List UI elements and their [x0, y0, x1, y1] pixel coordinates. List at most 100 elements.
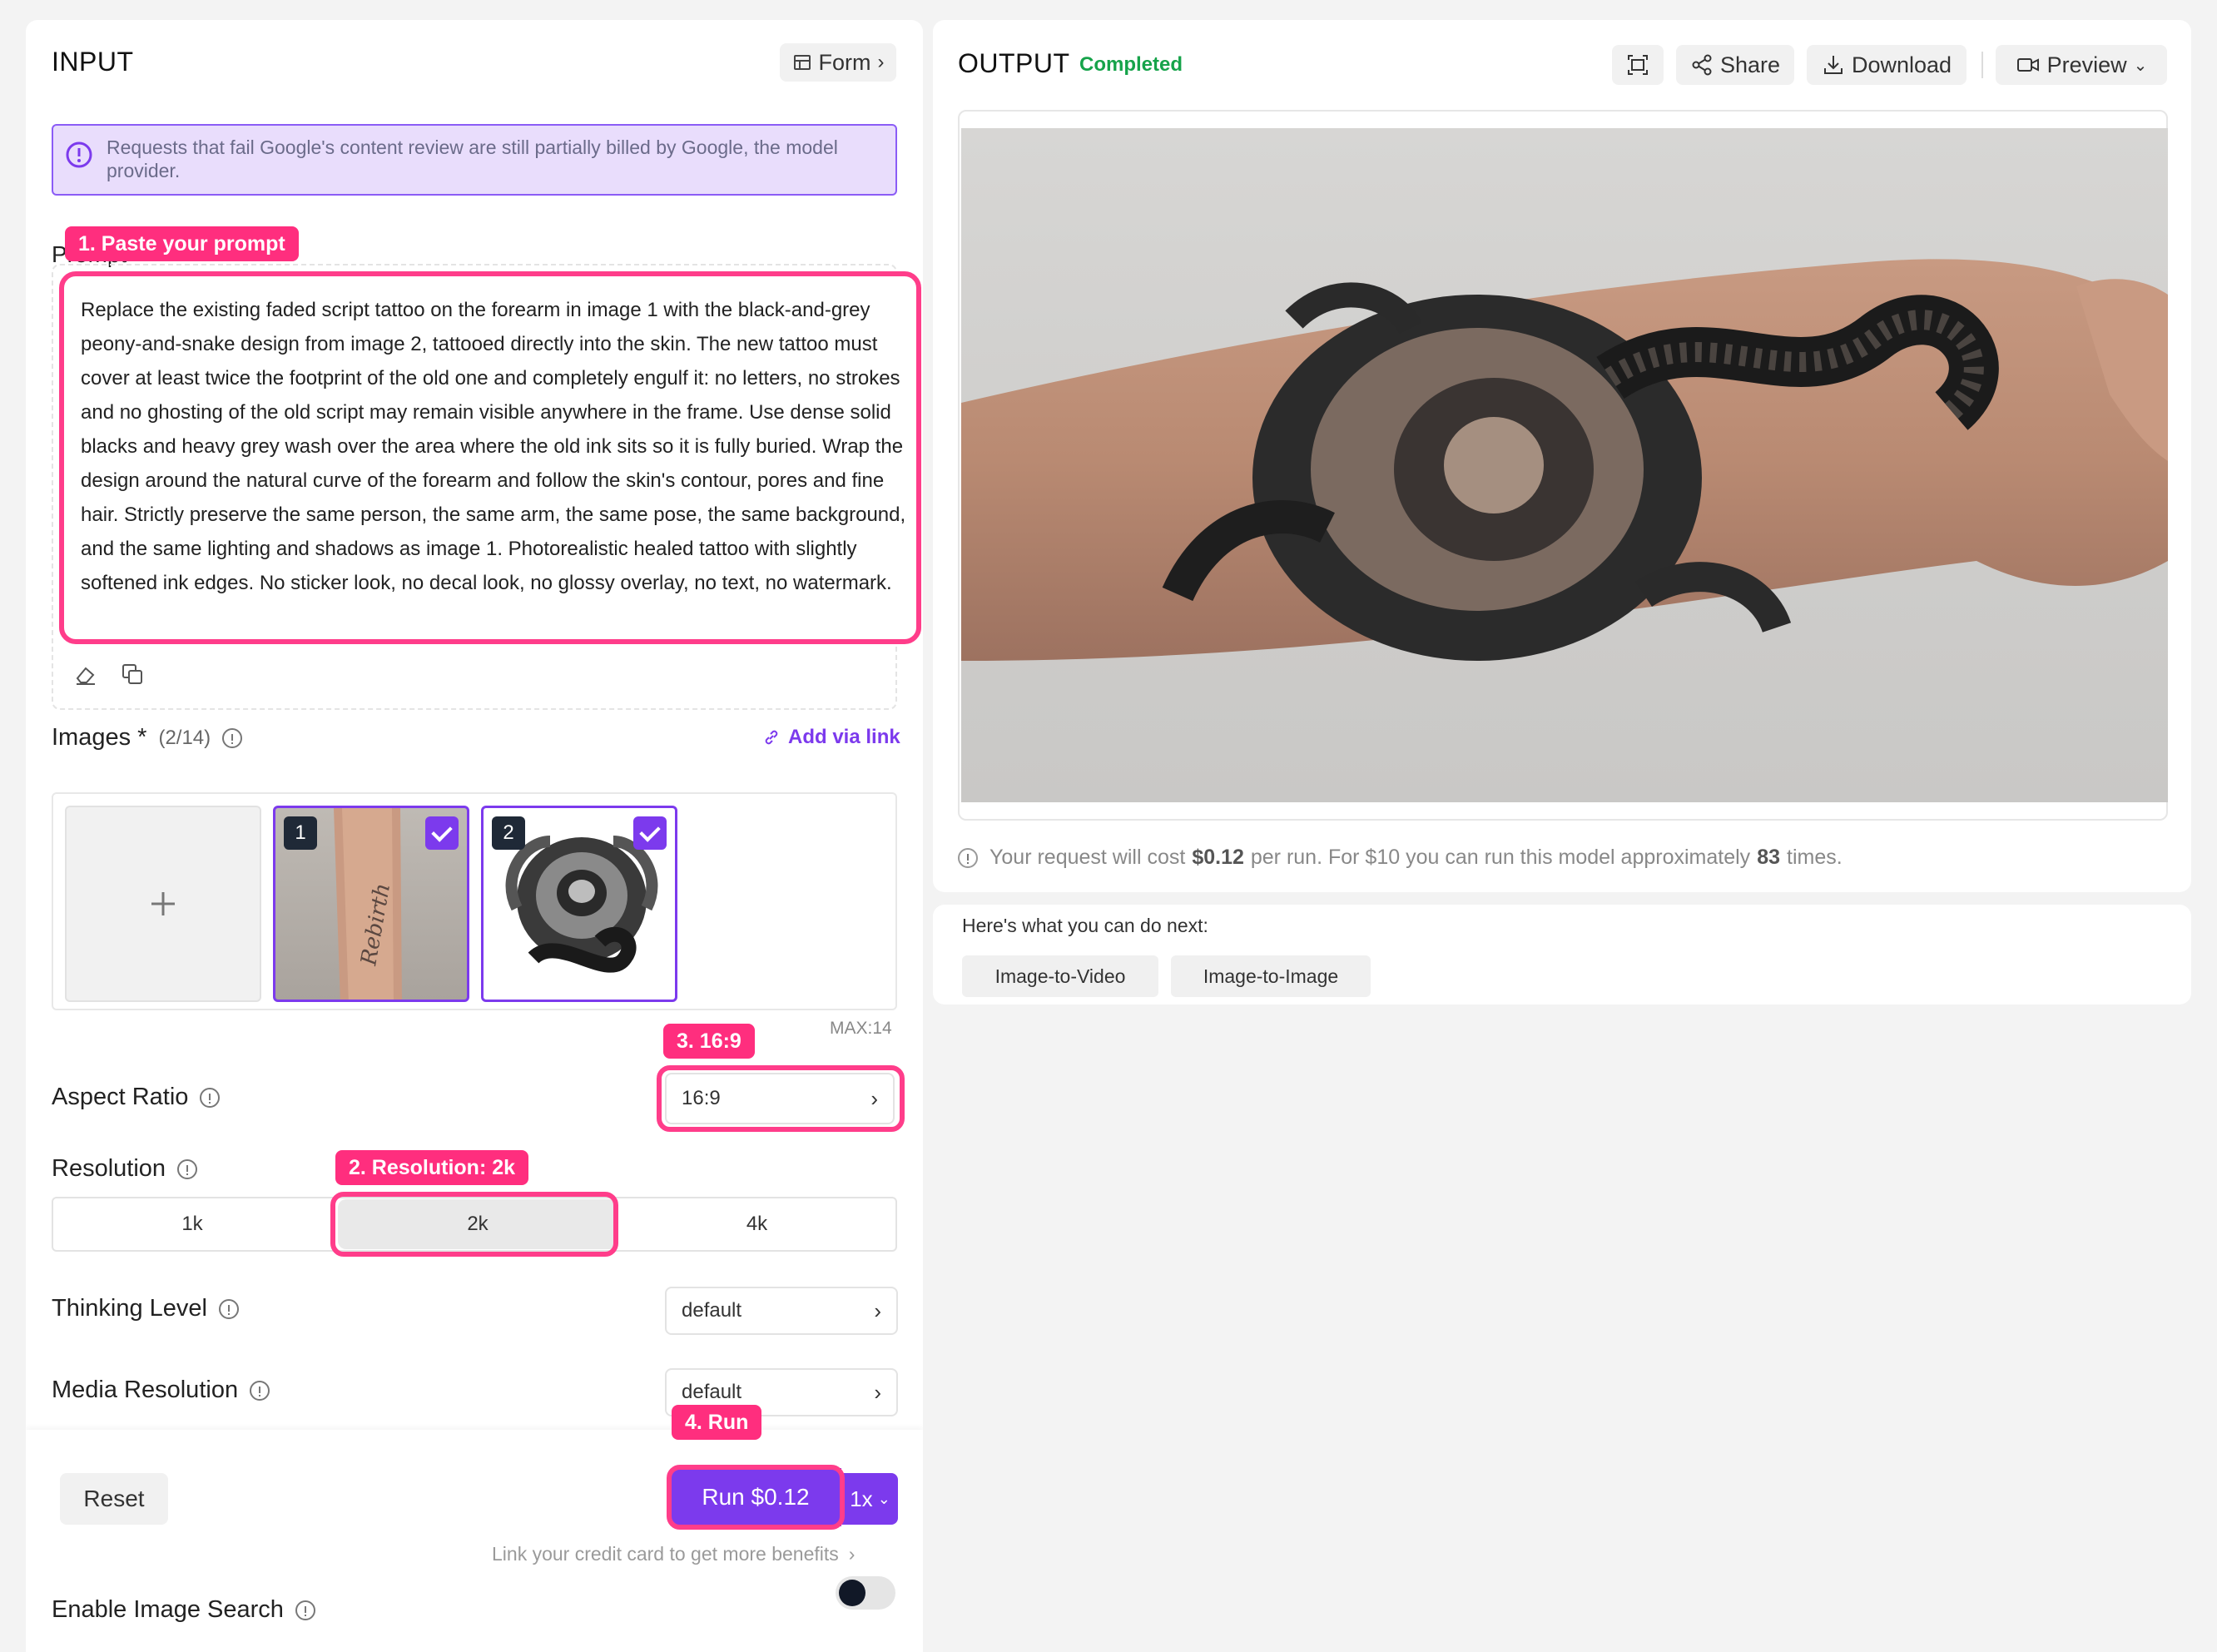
eraser-icon — [76, 667, 95, 685]
chevron-right-icon: › — [848, 1543, 856, 1565]
images-label-row: Images * (2/14) — [52, 724, 243, 752]
download-button[interactable]: Download — [1807, 45, 1967, 85]
plus-icon — [151, 892, 175, 915]
resolution-highlight — [330, 1192, 618, 1257]
input-title: INPUT — [52, 47, 134, 77]
run-highlight — [667, 1465, 845, 1530]
aspect-ratio-highlight — [657, 1065, 905, 1132]
reset-label: Reset — [83, 1486, 145, 1511]
info-icon — [177, 1158, 198, 1179]
download-label: Download — [1851, 52, 1952, 77]
resolution-label: Resolution — [52, 1155, 166, 1182]
form-label: Form — [818, 49, 871, 75]
image-thumbnail-2[interactable]: 2 — [481, 806, 677, 1002]
prompt-text: Replace the existing faded script tattoo… — [81, 299, 906, 594]
image-number-1: 1 — [284, 816, 317, 850]
annotation-step1: 1. Paste your prompt — [65, 226, 299, 261]
link-icon — [765, 730, 778, 745]
multiplier-value: 1x — [850, 1486, 873, 1511]
cost-info: Your request will cost $0.12 per run. Fo… — [958, 846, 1843, 870]
max-images-label: MAX:14 — [830, 1019, 892, 1038]
image-to-image-button[interactable]: Image-to-Image — [1171, 955, 1371, 997]
aspect-ratio-label: Aspect Ratio — [52, 1084, 189, 1110]
chevron-right-icon: › — [874, 1297, 881, 1323]
images-count: (2/14) — [158, 726, 211, 749]
output-image-frame — [958, 110, 2168, 821]
info-icon — [958, 847, 978, 868]
billing-notice: Requests that fail Google's content revi… — [52, 124, 897, 196]
info-icon — [200, 1087, 221, 1108]
resolution-label-row: Resolution — [52, 1155, 198, 1183]
image-search-toggle[interactable] — [836, 1576, 895, 1610]
cost-prefix: Your request will cost — [989, 846, 1186, 869]
add-via-link-label: Add via link — [788, 726, 900, 748]
next-steps-title: Here's what you can do next: — [962, 915, 1208, 936]
image-thumbnail-1[interactable]: Rebirth 1 — [273, 806, 469, 1002]
tattooed-forearm-image — [961, 259, 2168, 661]
chevron-right-icon: › — [874, 1379, 881, 1405]
output-title: OUTPUT — [958, 48, 1070, 78]
images-dropzone: Rebirth 1 2 — [52, 792, 897, 1010]
media-resolution-label-row: Media Resolution — [52, 1377, 270, 1404]
annotation-step2: 2. Resolution: 2k — [335, 1150, 529, 1185]
chevron-right-icon: › — [877, 51, 885, 73]
info-icon — [295, 1600, 315, 1620]
image-to-video-button[interactable]: Image-to-Video — [962, 955, 1158, 997]
input-panel: INPUT Form › Requests that fail Google's… — [26, 20, 923, 1652]
annotation-step3: 3. 16:9 — [663, 1024, 755, 1059]
image-search-label: Enable Image Search — [52, 1596, 284, 1623]
preview-dropdown[interactable]: Preview ⌄ — [1996, 45, 2167, 85]
resolution-option-4k[interactable]: 4k — [617, 1197, 897, 1252]
thinking-level-label: Thinking Level — [52, 1295, 207, 1322]
action-footer: Reset Run $0.12 1x ⌄ Link your credit ca… — [26, 1430, 923, 1652]
download-icon — [1823, 56, 1843, 74]
fullscreen-button[interactable] — [1612, 45, 1664, 85]
info-icon — [250, 1380, 270, 1401]
info-icon — [66, 141, 92, 168]
preview-label: Preview — [2046, 52, 2127, 77]
image-search-label-row: Enable Image Search — [52, 1596, 315, 1624]
share-button[interactable]: Share — [1676, 45, 1794, 85]
thinking-level-label-row: Thinking Level — [52, 1295, 239, 1322]
copy-prompt-button[interactable] — [114, 656, 151, 692]
images-label: Images * — [52, 724, 147, 751]
cost-times: 83 — [1757, 846, 1780, 869]
share-icon — [1692, 54, 1712, 76]
form-icon — [793, 55, 811, 70]
toolbar-divider — [1981, 52, 1983, 78]
chevron-down-icon: ⌄ — [2133, 56, 2148, 75]
output-image[interactable] — [961, 128, 2168, 802]
add-image-button[interactable] — [65, 806, 261, 1002]
cost-mid: per run. For $10 you can run this model … — [1250, 846, 1751, 869]
annotation-step4: 4. Run — [672, 1405, 762, 1440]
next-steps-panel: Here's what you can do next: Image-to-Vi… — [933, 905, 2191, 1005]
run-multiplier-dropdown[interactable]: 1x ⌄ — [841, 1473, 898, 1525]
aspect-ratio-label-row: Aspect Ratio — [52, 1084, 221, 1111]
info-icon — [219, 1298, 239, 1319]
chevron-down-icon: ⌄ — [877, 1490, 890, 1507]
cost-suffix: times. — [1787, 846, 1843, 869]
media-resolution-label: Media Resolution — [52, 1377, 239, 1403]
fullscreen-icon — [1628, 55, 1648, 75]
info-icon — [222, 727, 243, 748]
resolution-option-1k[interactable]: 1k — [52, 1197, 333, 1252]
prompt-textarea[interactable]: Replace the existing faded script tattoo… — [59, 271, 921, 644]
thinking-level-select[interactable]: default › — [665, 1287, 898, 1335]
credit-card-link[interactable]: Link your credit card to get more benefi… — [492, 1543, 855, 1565]
clear-prompt-button[interactable] — [67, 656, 104, 692]
notice-text: Requests that fail Google's content revi… — [107, 136, 838, 181]
image-number-2: 2 — [492, 816, 525, 850]
video-icon — [2016, 58, 2039, 72]
form-toggle-button[interactable]: Form › — [780, 43, 896, 82]
credit-card-link-label: Link your credit card to get more benefi… — [492, 1543, 839, 1565]
thinking-level-value: default — [682, 1299, 742, 1322]
check-icon[interactable] — [425, 816, 459, 850]
output-panel: OUTPUT Completed Share Download Preview … — [933, 20, 2191, 892]
share-label: Share — [1719, 52, 1781, 77]
cost-value: $0.12 — [1192, 846, 1244, 869]
copy-icon — [122, 664, 142, 684]
reset-button[interactable]: Reset — [60, 1473, 168, 1525]
status-badge: Completed — [1079, 53, 1183, 76]
add-via-link-button[interactable]: Add via link — [761, 726, 900, 749]
check-icon[interactable] — [633, 816, 667, 850]
